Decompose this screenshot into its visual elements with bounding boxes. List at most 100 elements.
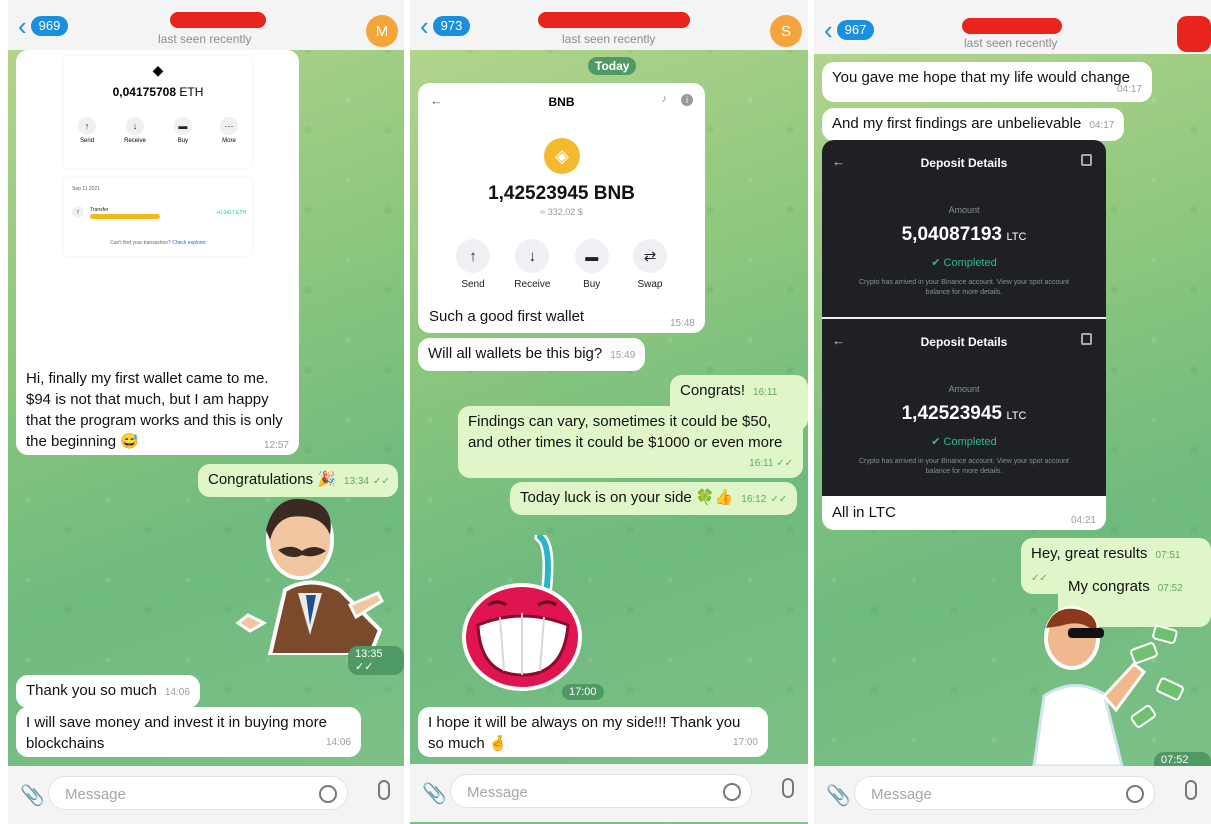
buy-action[interactable]: ▬ Buy	[173, 117, 192, 144]
deposit-status: Completed	[943, 436, 997, 448]
message-input[interactable]: Message	[854, 776, 1155, 810]
double-check-icon: ✓✓	[776, 458, 793, 469]
message-time: 16:12	[741, 494, 767, 505]
incoming-message[interactable]: And my first findings are unbelievable 04…	[822, 108, 1125, 141]
amount-label: Amount	[948, 205, 980, 215]
message-text: Findings can vary, sometimes it could be…	[468, 413, 783, 451]
sticker-icon[interactable]	[319, 785, 337, 803]
cherry-sticker[interactable]	[460, 531, 590, 695]
bnb-coin-icon: ◈	[544, 138, 580, 174]
sticker-icon[interactable]	[1126, 785, 1144, 803]
card-icon: ▬	[173, 117, 192, 135]
send-label: Send	[80, 138, 95, 144]
message-placeholder: Message	[65, 786, 126, 803]
redacted-contact-name	[170, 12, 266, 28]
message-text: And my first findings are unbelievable	[832, 115, 1082, 132]
microphone-icon[interactable]	[378, 780, 390, 800]
deposit-unit: LTC	[1006, 231, 1027, 243]
ethereum-icon: ◆	[152, 62, 164, 78]
date-separator: Today	[588, 57, 637, 75]
message-time: 07:51	[1155, 550, 1181, 561]
wallet-screenshot-card[interactable]: ◆ 0,04175708 ETH ↑ Send ↓ Receive ▬ Buy ⋯ Mo…	[16, 50, 299, 455]
redacted-contact-name	[538, 12, 690, 28]
tx-value: +0,0417 ETH	[216, 210, 246, 216]
outgoing-message[interactable]: Congratulations 🎉 13:34 ✓✓	[198, 464, 398, 497]
message-time: 04:17	[1116, 84, 1142, 95]
deposit-title: Deposit Details	[920, 156, 1008, 170]
money-sticker[interactable]	[1024, 606, 1194, 768]
info-icon[interactable]: i	[681, 94, 693, 106]
more-label: More	[222, 138, 236, 144]
message-time: 04:21	[1070, 515, 1096, 526]
message-input[interactable]: Message	[48, 776, 348, 810]
tx-row[interactable]: ↑ Transfer +0,0417 ETH	[72, 206, 246, 220]
wallet-screenshot-card[interactable]: ← BNB ♪ i ◈ 1,42523945 BNB ≈ 332,02 $ ↑ S…	[418, 83, 705, 333]
receive-action[interactable]: ↓ Receive	[124, 117, 146, 144]
buy-label: Buy	[583, 279, 601, 290]
microphone-icon[interactable]	[1185, 780, 1197, 800]
gentleman-sticker[interactable]	[230, 495, 390, 657]
paperclip-icon[interactable]: 📎	[422, 781, 447, 806]
arrow-up-icon: ↑	[456, 239, 490, 273]
incoming-message[interactable]: You gave me hope that my life would chan…	[822, 62, 1152, 102]
paperclip-icon[interactable]: 📎	[826, 783, 851, 808]
incoming-message[interactable]: I will save money and invest it in buyin…	[16, 707, 361, 757]
message-text: All in LTC	[832, 504, 896, 521]
message-time: 04:17	[1089, 120, 1115, 131]
paperclip-icon[interactable]: 📎	[20, 783, 45, 808]
microphone-icon[interactable]	[782, 778, 794, 798]
compose-bar: 📎 Message	[410, 764, 808, 822]
message-time: 15:49	[610, 350, 636, 361]
back-button[interactable]: ‹ 973	[420, 13, 471, 39]
share-icon[interactable]	[1081, 333, 1092, 345]
incoming-message[interactable]: I hope it will be always on my side!!! T…	[418, 707, 768, 757]
send-action[interactable]: ↑ Send	[456, 239, 490, 290]
transaction-history: Sep 11 2021 ↑ Transfer +0,0417 ETH Can't…	[64, 178, 252, 256]
contact-status: last seen recently	[562, 32, 656, 46]
message-input[interactable]: Message	[450, 774, 752, 808]
buy-label: Buy	[177, 138, 189, 144]
avatar[interactable]: M	[366, 15, 398, 47]
message-text: My congrats	[1068, 578, 1150, 595]
wallet-amount: 0,04175708	[112, 85, 177, 99]
deposit-unit: LTC	[1006, 410, 1027, 422]
incoming-message[interactable]: Thank you so much 14:06	[16, 675, 200, 708]
outgoing-message[interactable]: Findings can vary, sometimes it could be…	[458, 406, 803, 478]
outgoing-message[interactable]: Today luck is on your side 🍀👍 16:12 ✓✓	[510, 482, 798, 515]
message-time: 14:06	[164, 687, 190, 698]
back-button[interactable]: ‹ 969	[18, 13, 69, 39]
check-explorer-link[interactable]: Check explorer	[172, 240, 206, 246]
receive-label: Receive	[514, 279, 551, 290]
share-icon[interactable]	[1081, 154, 1092, 166]
message-time: 12:57	[263, 440, 289, 451]
message-time: 07:52	[1157, 583, 1183, 594]
message-text: Hi, finally my first wallet came to me. …	[26, 370, 283, 450]
unread-count-badge: 967	[836, 20, 875, 40]
receive-action[interactable]: ↓ Receive	[514, 239, 550, 290]
swap-action[interactable]: ⇄ Swap	[632, 239, 667, 290]
more-action[interactable]: ⋯ More	[219, 117, 238, 144]
wallet-amount: 1,42523945 BNB	[488, 183, 635, 204]
incoming-message[interactable]: Will all wallets be this big? 15:49	[418, 338, 646, 371]
money-sticker-image	[1032, 606, 1184, 768]
avatar[interactable]: S	[770, 15, 802, 47]
chat-panel-2: ‹ 973 last seen recently S Today ← BNB ♪ …	[410, 0, 808, 824]
sticker-icon[interactable]	[723, 783, 741, 801]
check-circle-icon: ✔	[931, 436, 941, 448]
send-action[interactable]: ↑ Send	[78, 117, 97, 144]
chat-header: ‹ 969 last seen recently M	[8, 0, 404, 50]
message-text: I hope it will be always on my side!!! T…	[428, 714, 741, 752]
deposit-screenshot-card[interactable]: ← Deposit Details Amount 5,04087193 LTC …	[822, 140, 1106, 530]
wallet-actions: ↑ Send ↓ Receive ▬ Buy ⋯ More	[64, 117, 252, 144]
explorer-text: Can't find your transaction?	[110, 240, 171, 246]
buy-action[interactable]: ▬ Buy	[574, 239, 609, 290]
back-button[interactable]: ‹ 967	[824, 17, 875, 43]
tx-date: Sep 11 2021	[72, 186, 100, 192]
deposit-details-1: ← Deposit Details Amount 5,04087193 LTC …	[822, 140, 1106, 317]
message-text: Congrats!	[680, 382, 746, 399]
notification-off-icon[interactable]: ♪	[662, 93, 668, 105]
redacted-avatar[interactable]	[1177, 16, 1211, 52]
message-time: 16:11	[749, 458, 774, 469]
message-text: I will save money and invest it in buyin…	[26, 714, 327, 752]
sticker-time: 13:35 ✓✓	[348, 646, 404, 675]
